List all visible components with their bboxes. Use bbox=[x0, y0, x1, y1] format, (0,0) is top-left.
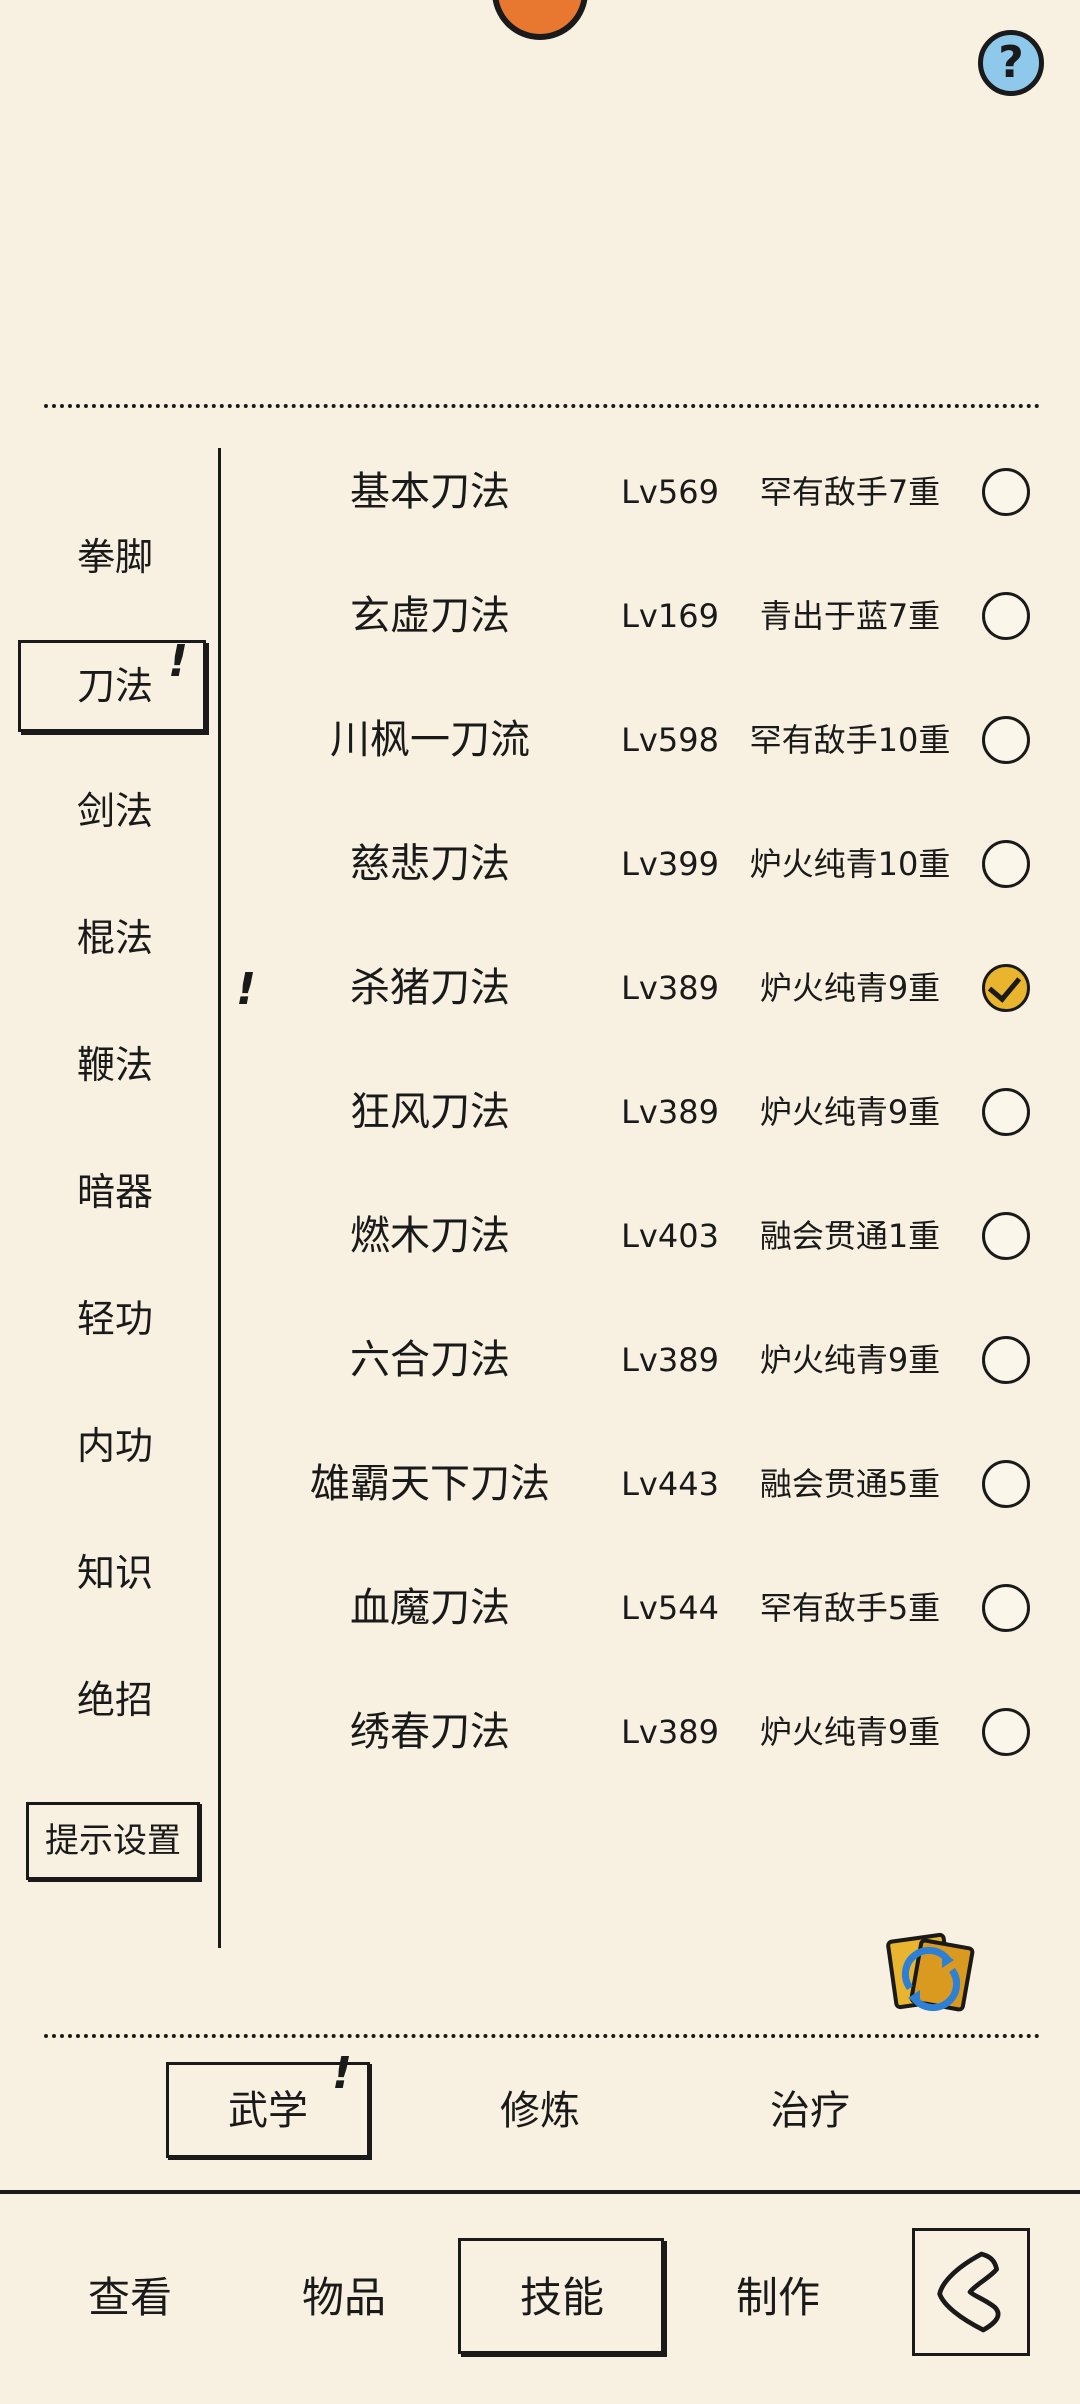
skill-select-radio-checked[interactable] bbox=[982, 964, 1030, 1012]
skill-row[interactable]: 慈悲刀法 Lv399 炉火纯青10重 bbox=[240, 814, 1040, 914]
skill-rank: 炉火纯青9重 bbox=[759, 969, 941, 1007]
sidebar-item-inner-power[interactable]: 内功 bbox=[40, 1411, 190, 1481]
skill-name: 六合刀法 bbox=[350, 1337, 510, 1383]
skill-name: 血魔刀法 bbox=[350, 1585, 510, 1631]
skill-select-radio[interactable] bbox=[982, 1584, 1030, 1632]
back-arrow-icon bbox=[937, 2251, 1001, 2333]
sidebar-item-knowledge[interactable]: 知识 bbox=[40, 1538, 190, 1608]
skill-row[interactable]: 玄虚刀法 Lv169 青出于蓝7重 bbox=[240, 566, 1040, 666]
nav-skills[interactable]: 技能 bbox=[472, 2248, 652, 2348]
skill-rank: 炉火纯青9重 bbox=[759, 1341, 941, 1379]
skill-name: 绣春刀法 bbox=[350, 1709, 510, 1755]
skill-rank: 炉火纯青9重 bbox=[759, 1093, 941, 1131]
skill-row[interactable]: 绣春刀法 Lv389 炉火纯青9重 bbox=[240, 1682, 1040, 1782]
skill-name: 玄虚刀法 bbox=[350, 593, 510, 639]
skill-select-radio[interactable] bbox=[982, 716, 1030, 764]
skill-row[interactable]: 川枫一刀流 Lv598 罕有敌手10重 bbox=[240, 690, 1040, 790]
vertical-divider bbox=[218, 448, 221, 1948]
skill-select-radio[interactable] bbox=[982, 840, 1030, 888]
sidebar-item-ultimate[interactable]: 绝招 bbox=[40, 1665, 190, 1735]
sidebar-item-fist[interactable]: 拳脚 bbox=[40, 522, 190, 592]
skill-row[interactable]: 雄霸天下刀法 Lv443 融会贯通5重 bbox=[240, 1434, 1040, 1534]
skill-row[interactable]: 基本刀法 Lv569 罕有敌手7重 bbox=[240, 442, 1040, 542]
skill-rank: 炉火纯青9重 bbox=[759, 1713, 941, 1751]
skill-row[interactable]: 六合刀法 Lv389 炉火纯青9重 bbox=[240, 1310, 1040, 1410]
mascot-avatar bbox=[492, 0, 588, 40]
skill-select-radio[interactable] bbox=[982, 1708, 1030, 1756]
skill-alert-badge: ! bbox=[236, 964, 257, 1015]
skill-row[interactable]: 杀猪刀法 Lv389 炉火纯青9重 bbox=[240, 938, 1040, 1038]
sidebar-item-hidden-weapon[interactable]: 暗器 bbox=[40, 1157, 190, 1227]
nav-craft[interactable]: 制作 bbox=[688, 2248, 868, 2348]
skill-name: 杀猪刀法 bbox=[350, 965, 510, 1011]
nav-view[interactable]: 查看 bbox=[40, 2248, 220, 2348]
nav-items[interactable]: 物品 bbox=[254, 2248, 434, 2348]
sidebar-item-sword[interactable]: 剑法 bbox=[40, 776, 190, 846]
swap-scroll-icon[interactable] bbox=[882, 1930, 978, 2014]
skill-rank: 罕有敌手7重 bbox=[759, 473, 941, 511]
skill-select-radio[interactable] bbox=[982, 468, 1030, 516]
skill-name: 狂风刀法 bbox=[350, 1089, 510, 1135]
skill-select-radio[interactable] bbox=[982, 1336, 1030, 1384]
back-button[interactable] bbox=[912, 2228, 1030, 2356]
skill-rank: 罕有敌手5重 bbox=[759, 1589, 941, 1627]
sidebar-item-lightness[interactable]: 轻功 bbox=[40, 1284, 190, 1354]
tab-cultivation[interactable]: 修炼 bbox=[440, 2068, 640, 2154]
skill-name: 雄霸天下刀法 bbox=[310, 1461, 550, 1507]
skill-rank: 炉火纯青10重 bbox=[749, 845, 951, 883]
skill-name: 燃木刀法 bbox=[350, 1213, 510, 1259]
skill-select-radio[interactable] bbox=[982, 1212, 1030, 1260]
tab-healing[interactable]: 治疗 bbox=[710, 2068, 910, 2154]
sidebar-item-staff[interactable]: 棍法 bbox=[40, 903, 190, 973]
sidebar-blade-alert-badge: ! bbox=[168, 636, 189, 687]
help-button[interactable]: ? bbox=[978, 30, 1044, 96]
sidebar-item-whip[interactable]: 鞭法 bbox=[40, 1030, 190, 1100]
top-dotted-divider bbox=[44, 404, 1040, 408]
skill-row[interactable]: 狂风刀法 Lv389 炉火纯青9重 bbox=[240, 1062, 1040, 1162]
skill-row[interactable]: 燃木刀法 Lv403 融会贯通1重 bbox=[240, 1186, 1040, 1286]
skill-row[interactable]: 血魔刀法 Lv544 罕有敌手5重 bbox=[240, 1558, 1040, 1658]
bottom-dotted-divider bbox=[44, 2034, 1040, 2038]
skill-select-radio[interactable] bbox=[982, 592, 1030, 640]
skill-name: 慈悲刀法 bbox=[350, 841, 510, 887]
skill-select-radio[interactable] bbox=[982, 1088, 1030, 1136]
tab-martial-arts-alert-badge: ! bbox=[332, 2048, 353, 2099]
skill-rank: 青出于蓝7重 bbox=[759, 597, 941, 635]
skill-name: 川枫一刀流 bbox=[330, 717, 530, 763]
skill-rank: 罕有敌手10重 bbox=[749, 721, 951, 759]
skill-select-radio[interactable] bbox=[982, 1460, 1030, 1508]
skill-name: 基本刀法 bbox=[350, 469, 510, 515]
hint-settings-button[interactable]: 提示设置 bbox=[26, 1802, 200, 1880]
skill-rank: 融会贯通1重 bbox=[759, 1217, 941, 1255]
skill-rank: 融会贯通5重 bbox=[759, 1465, 941, 1503]
